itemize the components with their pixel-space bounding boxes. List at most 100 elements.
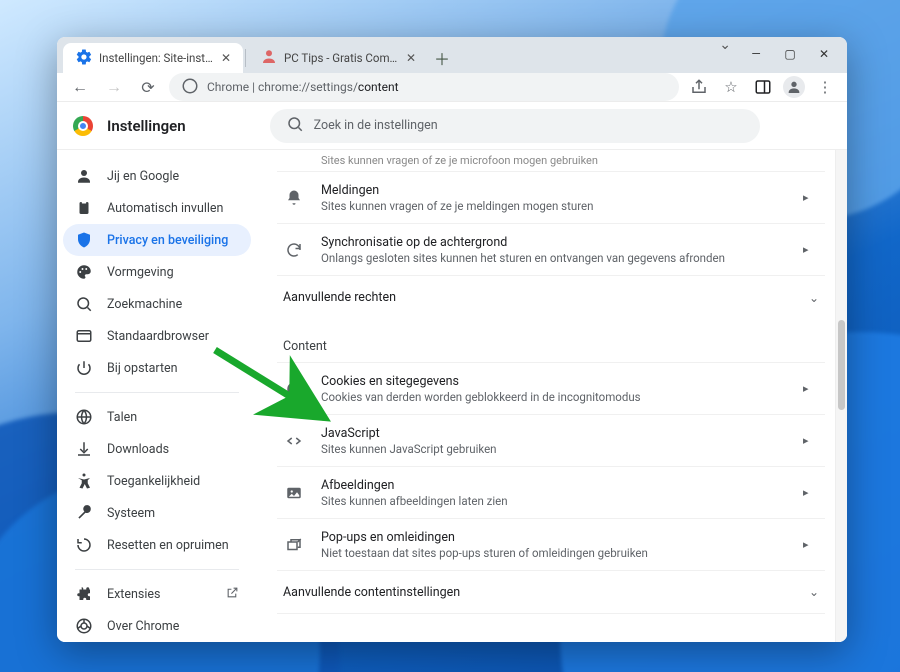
- external-link-icon: [226, 586, 239, 602]
- sidebar-item-default-browser[interactable]: Standaardbrowser: [63, 320, 251, 352]
- close-window-icon[interactable]: ✕: [807, 39, 841, 69]
- row-cookies[interactable]: Cookies en sitegegevens Cookies van derd…: [277, 362, 825, 414]
- sidebar-item-autofill[interactable]: Automatisch invullen: [63, 192, 251, 224]
- share-icon[interactable]: [687, 75, 711, 99]
- window-controls: ― ▢ ✕: [739, 37, 847, 69]
- code-icon: [283, 432, 305, 450]
- settings-search-input[interactable]: Zoek in de instellingen: [270, 109, 760, 143]
- sidebar-separator: [75, 569, 239, 570]
- sidebar-item-about-chrome[interactable]: Over Chrome: [63, 610, 251, 642]
- image-icon: [283, 484, 305, 502]
- tab-title: PC Tips - Gratis Computer Tips,: [284, 51, 400, 65]
- close-icon[interactable]: ✕: [221, 51, 231, 65]
- sidebar-item-languages[interactable]: Talen: [63, 401, 251, 433]
- search-placeholder: Zoek in de instellingen: [314, 118, 438, 133]
- sidebar-item-reset[interactable]: Resetten en opruimen: [63, 529, 251, 561]
- sidebar-item-label: Privacy en beveiliging: [107, 233, 228, 248]
- popup-icon: [283, 536, 305, 554]
- bell-icon: [283, 189, 305, 207]
- sidebar-item-label: Vormgeving: [107, 265, 174, 280]
- sidebar-item-accessibility[interactable]: Toegankelijkheid: [63, 465, 251, 497]
- maximize-icon[interactable]: ▢: [773, 39, 807, 69]
- row-subtitle: Onlangs gesloten sites kunnen het sturen…: [321, 251, 787, 265]
- sidebar-item-downloads[interactable]: Downloads: [63, 433, 251, 465]
- shield-icon: [75, 231, 93, 249]
- scrollbar-thumb[interactable]: [838, 320, 845, 410]
- wrench-icon: [75, 504, 93, 522]
- cookie-icon: [283, 380, 305, 398]
- chevron-down-icon: ⌄: [809, 585, 819, 599]
- minimize-icon[interactable]: ―: [739, 39, 773, 69]
- settings-sidebar: Jij en Google Automatisch invullen Priva…: [57, 150, 257, 642]
- sidebar-item-label: Standaardbrowser: [107, 329, 209, 344]
- sidebar-item-label: Bij opstarten: [107, 361, 178, 376]
- sidebar-item-label: Jij en Google: [107, 169, 179, 184]
- row-images[interactable]: Afbeeldingen Sites kunnen afbeeldingen l…: [277, 466, 825, 518]
- nav-reload-icon[interactable]: ⟳: [135, 74, 161, 100]
- sidebar-item-label: Zoekmachine: [107, 297, 182, 312]
- bookmark-star-icon[interactable]: ☆: [719, 75, 743, 99]
- sidebar-item-extensions[interactable]: Extensies: [63, 578, 251, 610]
- row-notifications[interactable]: Meldingen Sites kunnen vragen of ze je m…: [277, 171, 825, 223]
- content-scroll[interactable]: Sites kunnen vragen of ze je microfoon m…: [257, 150, 835, 642]
- side-panel-icon[interactable]: [751, 75, 775, 99]
- row-javascript[interactable]: JavaScript Sites kunnen JavaScript gebru…: [277, 414, 825, 466]
- nav-back-icon[interactable]: ←: [67, 74, 93, 100]
- vertical-scrollbar[interactable]: [835, 150, 847, 642]
- search-icon: [286, 115, 304, 137]
- tab-title: Instellingen: Site-instellingen: [99, 51, 215, 65]
- titlebar: Instellingen: Site-instellingen ✕ PC Tip…: [57, 37, 847, 73]
- row-subtitle: Cookies van derden worden geblokkeerd in…: [321, 390, 787, 404]
- address-text: Chrome | chrome://settings/content: [207, 80, 399, 94]
- sidebar-item-privacy-security[interactable]: Privacy en beveiliging: [63, 224, 251, 256]
- address-bar[interactable]: Chrome | chrome://settings/content: [169, 73, 679, 101]
- sidebar-item-appearance[interactable]: Vormgeving: [63, 256, 251, 288]
- row-background-sync[interactable]: Synchronisatie op de achtergrond Onlangs…: [277, 223, 825, 275]
- sync-icon: [283, 241, 305, 259]
- profile-avatar-icon[interactable]: [783, 76, 805, 98]
- page-title: Instellingen: [107, 117, 186, 135]
- sidebar-item-you-and-google[interactable]: Jij en Google: [63, 160, 251, 192]
- row-additional-permissions[interactable]: Aanvullende rechten ⌄: [277, 275, 825, 319]
- palette-icon: [75, 263, 93, 281]
- sidebar-item-label: Toegankelijkheid: [107, 474, 200, 489]
- row-title: Pop-ups en omleidingen: [321, 530, 787, 545]
- row-subtitle: Sites kunnen afbeeldingen laten zien: [321, 494, 787, 508]
- cutoff-text: Sites kunnen vragen of ze je microfoon m…: [277, 150, 825, 171]
- sidebar-item-search-engine[interactable]: Zoekmachine: [63, 288, 251, 320]
- person-icon: [75, 167, 93, 185]
- tab-settings[interactable]: Instellingen: Site-instellingen ✕: [63, 43, 243, 73]
- sidebar-item-label: Extensies: [107, 587, 161, 602]
- row-additional-content-settings[interactable]: Aanvullende contentinstellingen ⌄: [277, 570, 825, 614]
- sidebar-item-label: Automatisch invullen: [107, 201, 223, 216]
- new-tab-button[interactable]: ＋: [428, 43, 456, 73]
- power-icon: [75, 359, 93, 377]
- chrome-page-icon: [181, 77, 199, 98]
- chrome-logo-icon: [73, 116, 93, 136]
- clipboard-icon: [75, 199, 93, 217]
- sidebar-item-label: Systeem: [107, 506, 155, 521]
- row-popups[interactable]: Pop-ups en omleidingen Niet toestaan dat…: [277, 518, 825, 570]
- tabs-dropdown-icon[interactable]: ⌄: [719, 37, 731, 53]
- browser-toolbar: ← → ⟳ Chrome | chrome://settings/content…: [57, 73, 847, 102]
- sidebar-item-on-startup[interactable]: Bij opstarten: [63, 352, 251, 384]
- chrome-window: Instellingen: Site-instellingen ✕ PC Tip…: [57, 37, 847, 642]
- row-title: Aanvullende rechten: [283, 290, 396, 305]
- settings-gear-icon: [75, 48, 93, 69]
- site-favicon-icon: [260, 48, 278, 69]
- row-subtitle: Sites kunnen vragen of ze je meldingen m…: [321, 199, 787, 213]
- extension-icon: [75, 585, 93, 603]
- sidebar-item-system[interactable]: Systeem: [63, 497, 251, 529]
- tab-pctips[interactable]: PC Tips - Gratis Computer Tips, ✕: [248, 43, 428, 73]
- tab-separator: [245, 49, 246, 67]
- main-pane: Sites kunnen vragen of ze je microfoon m…: [257, 150, 847, 642]
- close-icon[interactable]: ✕: [406, 51, 416, 65]
- page-header: Instellingen Zoek in de instellingen: [57, 102, 847, 150]
- sidebar-item-label: Over Chrome: [107, 619, 179, 634]
- reset-icon: [75, 536, 93, 554]
- row-title: Cookies en sitegegevens: [321, 374, 787, 389]
- chevron-right-icon: ▸: [803, 486, 819, 499]
- kebab-menu-icon[interactable]: ⋮: [813, 75, 837, 99]
- row-title: Afbeeldingen: [321, 478, 787, 493]
- nav-forward-icon: →: [101, 74, 127, 100]
